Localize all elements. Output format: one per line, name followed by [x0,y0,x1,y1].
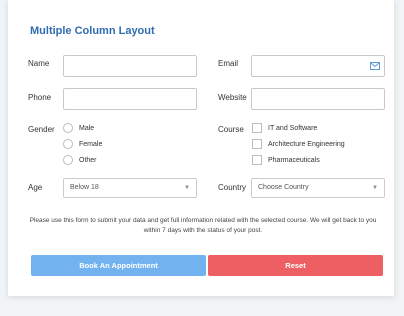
age-label: Age [28,183,43,192]
course-checkbox-architecture[interactable] [252,139,262,149]
country-label: Country [218,183,247,192]
chevron-down-icon: ▼ [372,185,378,191]
chevron-down-icon: ▼ [184,185,190,191]
phone-input[interactable] [63,88,197,110]
form-title: Multiple Column Layout [30,25,155,37]
book-appointment-button[interactable]: Book An Appointment [31,255,206,276]
course-option-pharma: Pharmaceuticals [268,157,320,164]
course-option-architecture: Architecture Engineering [268,141,345,148]
gender-option-male: Male [79,125,95,132]
gender-radio-female[interactable] [63,139,73,149]
mail-icon [370,62,380,70]
form-card: Multiple Column Layout Name Email Phone … [8,0,394,296]
country-select-value: Choose Country [258,184,309,191]
reset-button[interactable]: Reset [208,255,383,276]
age-select[interactable]: Below 18 ▼ [63,178,197,198]
age-select-value: Below 18 [70,184,99,191]
email-input[interactable] [251,55,385,77]
country-select[interactable]: Choose Country ▼ [251,178,385,198]
name-label: Name [28,59,50,68]
website-label: Website [218,93,247,102]
gender-option-other: Other [79,157,97,164]
course-checkbox-pharma[interactable] [252,155,262,165]
website-input[interactable] [251,88,385,110]
gender-option-female: Female [79,141,103,148]
form-note: Please use this form to submit your data… [29,217,377,234]
gender-radio-other[interactable] [63,155,73,165]
name-input[interactable] [63,55,197,77]
gender-radio-male[interactable] [63,123,73,133]
gender-label: Gender [28,125,55,134]
course-option-it: IT and Software [268,125,318,132]
course-label: Course [218,125,244,134]
email-label: Email [218,59,239,68]
course-checkbox-it[interactable] [252,123,262,133]
phone-label: Phone [28,93,52,102]
